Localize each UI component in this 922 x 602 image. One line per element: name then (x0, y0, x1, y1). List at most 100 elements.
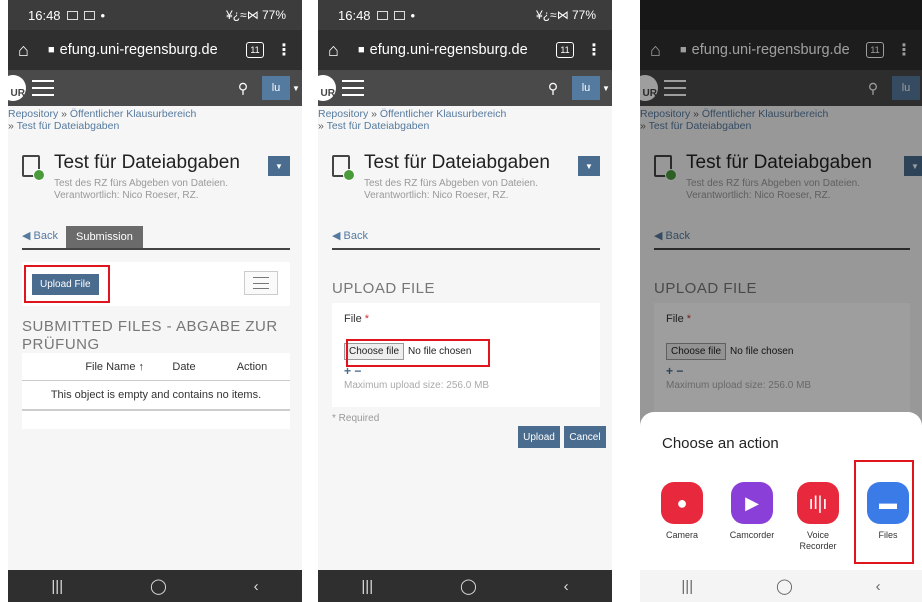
user-menu-button[interactable]: lu (572, 76, 600, 100)
description-line: Test des RZ fürs Abgeben von Dateien. (54, 178, 228, 189)
column-file-name[interactable]: File Name ↑ (22, 361, 154, 373)
more-menu-icon[interactable]: ⋮ (276, 40, 292, 60)
chevron-down-icon[interactable]: ▼ (602, 84, 612, 93)
page-description: Test des RZ fürs Abgeben von Dateien. Ver… (54, 178, 228, 202)
lock-icon: ■ (48, 44, 55, 56)
status-time: 16:48 (28, 7, 61, 23)
title-block: Test für Dateiabgaben Test des RZ fürs A… (332, 152, 600, 208)
responsible-line: Verantwortlich: Nico Roeser, RZ. (364, 190, 509, 201)
main-menu-icon[interactable] (32, 80, 54, 96)
back-label: Back (33, 230, 58, 242)
url-text[interactable]: efung.uni-regensburg.de (60, 42, 246, 58)
android-nav-bar: ||| ◯ ‹ (8, 570, 302, 602)
recent-apps-icon[interactable]: ||| (51, 578, 63, 595)
more-menu-icon[interactable]: ⋮ (586, 40, 602, 60)
url-text[interactable]: efung.uni-regensburg.de (370, 42, 556, 58)
status-time: 16:48 (338, 7, 371, 23)
main-menu-icon[interactable] (342, 80, 364, 96)
page-content: Repository » Öffentlicher Klausurbereich… (318, 106, 612, 570)
site-navbar: UR ⚲ lu ▼ (318, 70, 612, 106)
ur-logo[interactable]: UR (8, 75, 26, 101)
status-bar: 16:48 • ¥¿≈⋈ 77% (8, 0, 302, 30)
upload-button[interactable]: Upload (518, 426, 560, 448)
tab-submission[interactable]: Submission (65, 226, 143, 248)
cancel-button[interactable]: Cancel (564, 426, 606, 448)
status-icons: ¥¿≈⋈ 77% (226, 8, 286, 22)
ur-logo[interactable]: UR (318, 75, 336, 101)
status-bar: 16:48 • ¥¿≈⋈ 77% (318, 0, 612, 30)
breadcrumb-current[interactable]: Test für Dateiabgaben (327, 120, 430, 132)
home-icon[interactable]: ⌂ (328, 40, 358, 61)
table-header: File Name ↑ Date Action (22, 353, 290, 381)
file-label: File * (344, 313, 588, 325)
browser-url-bar: ⌂ ■ efung.uni-regensburg.de 11 ⋮ (8, 30, 302, 70)
breadcrumb-repository[interactable]: Repository (318, 108, 368, 120)
back-button-icon[interactable]: ‹ (564, 578, 569, 595)
search-icon[interactable]: ⚲ (230, 75, 256, 101)
sheet-title: Choose an action (662, 435, 779, 452)
tab-count-icon[interactable]: 11 (246, 42, 264, 58)
back-button-icon[interactable]: ‹ (876, 578, 881, 595)
breadcrumb: Repository » Öffentlicher Klausurbereich… (8, 106, 302, 132)
description-line: Test des RZ fürs Abgeben von Dateien. (364, 178, 538, 189)
home-button-icon[interactable]: ◯ (150, 577, 167, 595)
breadcrumb-klausurbereich[interactable]: Öffentlicher Klausurbereich (70, 108, 196, 120)
app-label: Voice Recorder (799, 530, 837, 551)
breadcrumb-klausurbereich[interactable]: Öffentlicher Klausurbereich (380, 108, 506, 120)
highlight-box (346, 339, 490, 367)
app-camera[interactable]: ● Camera (654, 482, 710, 541)
camcorder-icon: ▶ (731, 482, 773, 524)
home-button-icon[interactable]: ◯ (460, 577, 477, 595)
search-icon[interactable]: ⚲ (540, 75, 566, 101)
back-link[interactable]: ◀ Back (332, 229, 376, 248)
breadcrumb-repository[interactable]: Repository (8, 108, 58, 120)
column-date[interactable]: Date (154, 361, 214, 373)
app-camcorder[interactable]: ▶ Camcorder (724, 482, 780, 541)
section-title-submitted: SUBMITTED FILES - ABGABE ZUR PRÜFUNG (22, 318, 278, 353)
page-title: Test für Dateiabgaben (364, 152, 550, 173)
choose-action-sheet: Choose an action ● Camera ▶ Camcorder ıl… (640, 412, 922, 570)
highlight-box (854, 460, 914, 564)
chevron-down-icon[interactable]: ▼ (292, 84, 302, 93)
image-icon (393, 10, 405, 20)
site-navbar: UR ⚲ lu ▼ (8, 70, 302, 106)
empty-message: This object is empty and contains no ite… (22, 381, 290, 411)
actions-dropdown-icon[interactable]: ▼ (268, 156, 290, 176)
actions-dropdown-icon[interactable]: ▼ (578, 156, 600, 176)
responsible-line: Verantwortlich: Nico Roeser, RZ. (54, 190, 199, 201)
voice-recorder-icon: ıl|ı (797, 482, 839, 524)
back-link[interactable]: ◀ Back (22, 229, 66, 248)
gallery-icon (66, 10, 78, 20)
exercise-icon (22, 155, 45, 181)
breadcrumb-separator: » (371, 108, 377, 120)
user-menu-button[interactable]: lu (262, 76, 290, 100)
dot-icon: • (100, 7, 106, 23)
home-button-icon[interactable]: ◯ (776, 577, 793, 595)
back-label: Back (343, 230, 368, 242)
page-title: Test für Dateiabgaben (54, 152, 240, 173)
breadcrumb-current[interactable]: Test für Dateiabgaben (17, 120, 120, 132)
page-description: Test des RZ fürs Abgeben von Dateien. Ver… (364, 178, 538, 202)
page-content: Repository » Öffentlicher Klausurbereich… (8, 106, 302, 570)
app-label: Camcorder (729, 530, 775, 540)
back-button-icon[interactable]: ‹ (254, 578, 259, 595)
breadcrumb-separator: » (8, 120, 14, 132)
max-upload-size: Maximum upload size: 256.0 MB (344, 380, 490, 391)
app-voice-recorder[interactable]: ıl|ı Voice Recorder (790, 482, 846, 552)
home-icon[interactable]: ⌂ (18, 40, 48, 61)
phone-screen-submission: 16:48 • ¥¿≈⋈ 77% ⌂ ■ efung.uni-regensburg… (8, 0, 302, 602)
phone-screen-choose-action: ⌂ ■ efung.uni-regensburg.de 11 ⋮ UR ⚲ lu… (640, 0, 922, 602)
tab-count-icon[interactable]: 11 (556, 42, 574, 58)
file-label-text: File (344, 313, 362, 325)
recent-apps-icon[interactable]: ||| (361, 578, 373, 595)
submitted-files-table: File Name ↑ Date Action This object is e… (22, 353, 290, 429)
camera-icon: ● (661, 482, 703, 524)
recent-apps-icon[interactable]: ||| (681, 578, 693, 595)
android-nav-bar: ||| ◯ ‹ (640, 570, 922, 602)
exercise-icon (332, 155, 355, 181)
browser-url-bar: ⌂ ■ efung.uni-regensburg.de 11 ⋮ (318, 30, 612, 70)
breadcrumb-separator: » (318, 120, 324, 132)
table-actions-menu-icon[interactable] (244, 271, 278, 295)
title-block: Test für Dateiabgaben Test des RZ fürs A… (22, 152, 290, 208)
phone-screen-upload-form: 16:48 • ¥¿≈⋈ 77% ⌂ ■ efung.uni-regensburg… (318, 0, 612, 602)
